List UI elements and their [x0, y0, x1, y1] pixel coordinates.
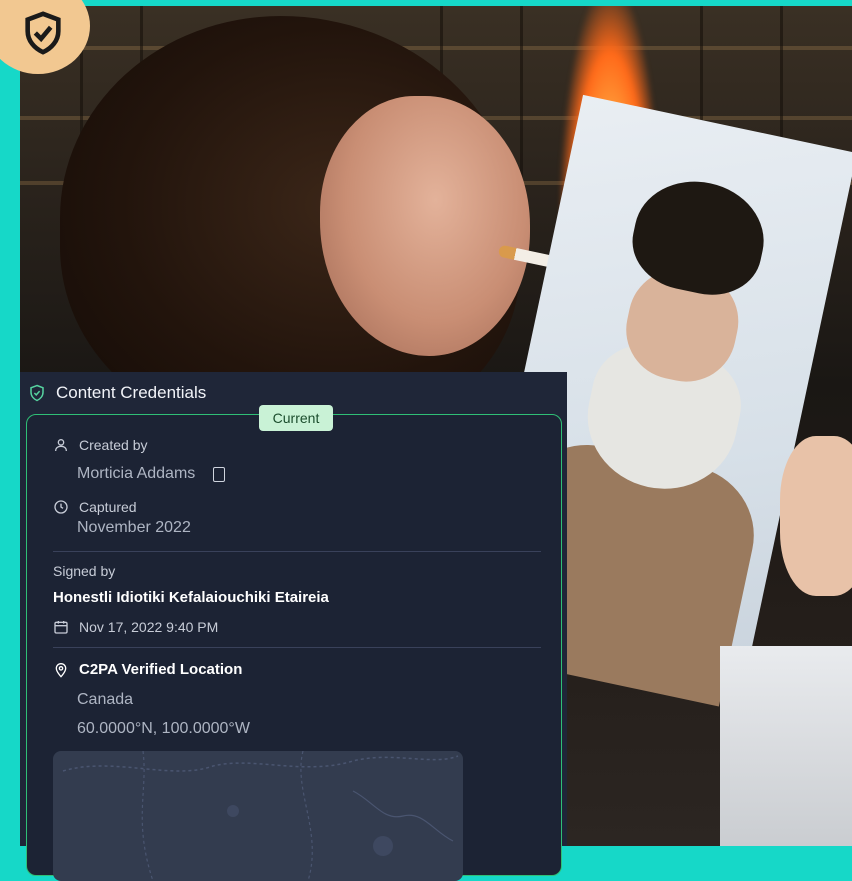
location-map[interactable]	[53, 751, 463, 881]
current-badge: Current	[259, 405, 333, 431]
calendar-icon	[54, 621, 68, 634]
location-label: C2PA Verified Location	[79, 661, 243, 678]
clock-icon	[54, 500, 68, 514]
location-coordinates: 60.0000°N, 100.0000°W	[77, 720, 250, 737]
signed-date: Nov 17, 2022 9:40 PM	[79, 619, 219, 635]
person-icon	[55, 439, 67, 452]
captured-label: Captured	[79, 499, 137, 515]
content-credentials-panel: Content Credentials Current Created by M…	[20, 372, 567, 881]
jacket	[720, 646, 852, 846]
map-outline	[62, 751, 459, 881]
created-by-label: Created by	[79, 437, 148, 453]
signed-by-label: Signed by	[53, 563, 116, 579]
divider	[53, 647, 541, 648]
shield-check-icon	[30, 384, 44, 402]
captured-value: November 2022	[77, 519, 191, 536]
created-by-value: Morticia Addams	[77, 465, 196, 482]
location-country: Canada	[77, 691, 134, 708]
panel-title: Content Credentials	[56, 383, 207, 402]
phone-icon	[213, 466, 226, 482]
credential-card: Current Created by Morticia Addams Captu…	[26, 405, 562, 881]
panel-header: Content Credentials	[28, 378, 206, 408]
hand	[780, 436, 852, 596]
woman-face	[320, 96, 530, 356]
location-pin-icon	[55, 662, 67, 678]
shield-check-icon	[25, 11, 61, 55]
divider	[53, 551, 541, 552]
signed-by-value: Honestli Idiotiki Kefalaiouchiki Etairei…	[53, 589, 329, 606]
